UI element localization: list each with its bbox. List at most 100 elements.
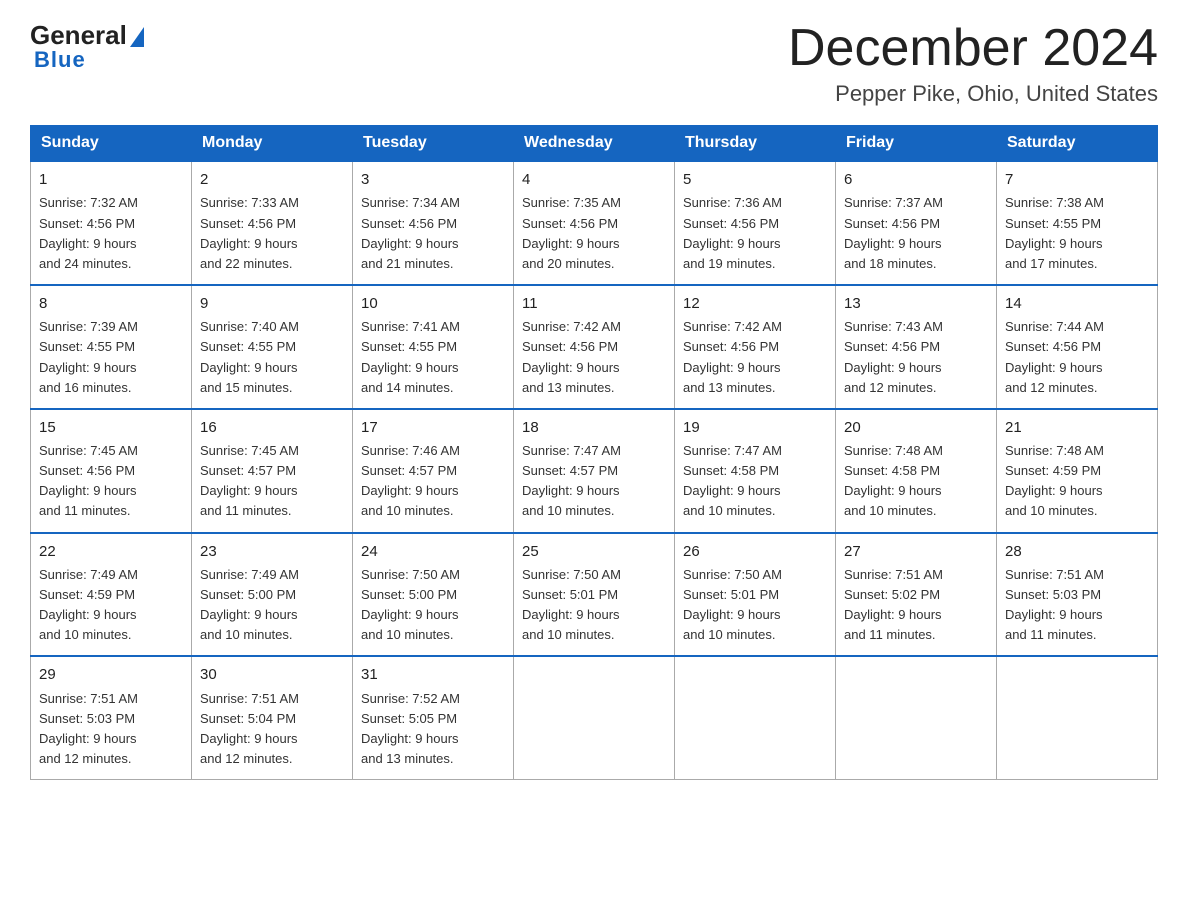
day-info: Sunrise: 7:38 AMSunset: 4:55 PMDaylight:… bbox=[1005, 195, 1104, 270]
calendar-cell: 22 Sunrise: 7:49 AMSunset: 4:59 PMDaylig… bbox=[31, 533, 192, 657]
day-number: 1 bbox=[39, 168, 183, 191]
calendar-cell: 5 Sunrise: 7:36 AMSunset: 4:56 PMDayligh… bbox=[675, 161, 836, 285]
calendar-table: SundayMondayTuesdayWednesdayThursdayFrid… bbox=[30, 125, 1158, 780]
day-number: 14 bbox=[1005, 292, 1149, 315]
calendar-cell: 23 Sunrise: 7:49 AMSunset: 5:00 PMDaylig… bbox=[192, 533, 353, 657]
calendar-week-row: 29 Sunrise: 7:51 AMSunset: 5:03 PMDaylig… bbox=[31, 656, 1158, 779]
calendar-cell: 12 Sunrise: 7:42 AMSunset: 4:56 PMDaylig… bbox=[675, 285, 836, 409]
month-title: December 2024 bbox=[788, 20, 1158, 77]
calendar-cell bbox=[836, 656, 997, 779]
col-header-monday: Monday bbox=[192, 126, 353, 162]
calendar-cell: 13 Sunrise: 7:43 AMSunset: 4:56 PMDaylig… bbox=[836, 285, 997, 409]
col-header-friday: Friday bbox=[836, 126, 997, 162]
day-number: 10 bbox=[361, 292, 505, 315]
day-info: Sunrise: 7:37 AMSunset: 4:56 PMDaylight:… bbox=[844, 195, 943, 270]
day-number: 19 bbox=[683, 416, 827, 439]
day-info: Sunrise: 7:50 AMSunset: 5:01 PMDaylight:… bbox=[683, 567, 782, 642]
calendar-week-row: 8 Sunrise: 7:39 AMSunset: 4:55 PMDayligh… bbox=[31, 285, 1158, 409]
day-info: Sunrise: 7:47 AMSunset: 4:57 PMDaylight:… bbox=[522, 443, 621, 518]
day-info: Sunrise: 7:49 AMSunset: 4:59 PMDaylight:… bbox=[39, 567, 138, 642]
day-number: 27 bbox=[844, 540, 988, 563]
calendar-cell: 11 Sunrise: 7:42 AMSunset: 4:56 PMDaylig… bbox=[514, 285, 675, 409]
day-number: 17 bbox=[361, 416, 505, 439]
day-number: 8 bbox=[39, 292, 183, 315]
logo-blue-text: Blue bbox=[34, 47, 86, 73]
calendar-cell: 28 Sunrise: 7:51 AMSunset: 5:03 PMDaylig… bbox=[997, 533, 1158, 657]
day-number: 2 bbox=[200, 168, 344, 191]
day-number: 25 bbox=[522, 540, 666, 563]
calendar-cell bbox=[997, 656, 1158, 779]
day-info: Sunrise: 7:48 AMSunset: 4:58 PMDaylight:… bbox=[844, 443, 943, 518]
day-number: 23 bbox=[200, 540, 344, 563]
calendar-cell: 20 Sunrise: 7:48 AMSunset: 4:58 PMDaylig… bbox=[836, 409, 997, 533]
col-header-wednesday: Wednesday bbox=[514, 126, 675, 162]
day-info: Sunrise: 7:51 AMSunset: 5:03 PMDaylight:… bbox=[39, 691, 138, 766]
calendar-cell: 3 Sunrise: 7:34 AMSunset: 4:56 PMDayligh… bbox=[353, 161, 514, 285]
calendar-cell: 2 Sunrise: 7:33 AMSunset: 4:56 PMDayligh… bbox=[192, 161, 353, 285]
day-number: 30 bbox=[200, 663, 344, 686]
day-info: Sunrise: 7:44 AMSunset: 4:56 PMDaylight:… bbox=[1005, 319, 1104, 394]
day-info: Sunrise: 7:51 AMSunset: 5:03 PMDaylight:… bbox=[1005, 567, 1104, 642]
day-number: 4 bbox=[522, 168, 666, 191]
day-info: Sunrise: 7:43 AMSunset: 4:56 PMDaylight:… bbox=[844, 319, 943, 394]
calendar-cell: 1 Sunrise: 7:32 AMSunset: 4:56 PMDayligh… bbox=[31, 161, 192, 285]
calendar-cell: 27 Sunrise: 7:51 AMSunset: 5:02 PMDaylig… bbox=[836, 533, 997, 657]
calendar-header-row: SundayMondayTuesdayWednesdayThursdayFrid… bbox=[31, 126, 1158, 162]
day-number: 29 bbox=[39, 663, 183, 686]
calendar-week-row: 15 Sunrise: 7:45 AMSunset: 4:56 PMDaylig… bbox=[31, 409, 1158, 533]
day-number: 20 bbox=[844, 416, 988, 439]
calendar-cell: 26 Sunrise: 7:50 AMSunset: 5:01 PMDaylig… bbox=[675, 533, 836, 657]
day-number: 11 bbox=[522, 292, 666, 315]
day-number: 26 bbox=[683, 540, 827, 563]
calendar-cell: 19 Sunrise: 7:47 AMSunset: 4:58 PMDaylig… bbox=[675, 409, 836, 533]
day-number: 5 bbox=[683, 168, 827, 191]
col-header-sunday: Sunday bbox=[31, 126, 192, 162]
day-info: Sunrise: 7:45 AMSunset: 4:56 PMDaylight:… bbox=[39, 443, 138, 518]
day-number: 15 bbox=[39, 416, 183, 439]
calendar-cell bbox=[514, 656, 675, 779]
calendar-cell: 31 Sunrise: 7:52 AMSunset: 5:05 PMDaylig… bbox=[353, 656, 514, 779]
day-info: Sunrise: 7:34 AMSunset: 4:56 PMDaylight:… bbox=[361, 195, 460, 270]
calendar-cell: 30 Sunrise: 7:51 AMSunset: 5:04 PMDaylig… bbox=[192, 656, 353, 779]
day-number: 12 bbox=[683, 292, 827, 315]
calendar-cell: 6 Sunrise: 7:37 AMSunset: 4:56 PMDayligh… bbox=[836, 161, 997, 285]
day-number: 6 bbox=[844, 168, 988, 191]
day-number: 21 bbox=[1005, 416, 1149, 439]
col-header-thursday: Thursday bbox=[675, 126, 836, 162]
calendar-cell: 16 Sunrise: 7:45 AMSunset: 4:57 PMDaylig… bbox=[192, 409, 353, 533]
day-info: Sunrise: 7:46 AMSunset: 4:57 PMDaylight:… bbox=[361, 443, 460, 518]
calendar-cell: 10 Sunrise: 7:41 AMSunset: 4:55 PMDaylig… bbox=[353, 285, 514, 409]
day-info: Sunrise: 7:50 AMSunset: 5:00 PMDaylight:… bbox=[361, 567, 460, 642]
calendar-cell: 21 Sunrise: 7:48 AMSunset: 4:59 PMDaylig… bbox=[997, 409, 1158, 533]
calendar-cell: 24 Sunrise: 7:50 AMSunset: 5:00 PMDaylig… bbox=[353, 533, 514, 657]
day-number: 31 bbox=[361, 663, 505, 686]
calendar-cell: 25 Sunrise: 7:50 AMSunset: 5:01 PMDaylig… bbox=[514, 533, 675, 657]
calendar-cell: 7 Sunrise: 7:38 AMSunset: 4:55 PMDayligh… bbox=[997, 161, 1158, 285]
calendar-cell: 18 Sunrise: 7:47 AMSunset: 4:57 PMDaylig… bbox=[514, 409, 675, 533]
calendar-week-row: 22 Sunrise: 7:49 AMSunset: 4:59 PMDaylig… bbox=[31, 533, 1158, 657]
day-info: Sunrise: 7:41 AMSunset: 4:55 PMDaylight:… bbox=[361, 319, 460, 394]
day-number: 3 bbox=[361, 168, 505, 191]
col-header-tuesday: Tuesday bbox=[353, 126, 514, 162]
calendar-cell: 9 Sunrise: 7:40 AMSunset: 4:55 PMDayligh… bbox=[192, 285, 353, 409]
day-info: Sunrise: 7:42 AMSunset: 4:56 PMDaylight:… bbox=[522, 319, 621, 394]
day-info: Sunrise: 7:42 AMSunset: 4:56 PMDaylight:… bbox=[683, 319, 782, 394]
calendar-cell: 4 Sunrise: 7:35 AMSunset: 4:56 PMDayligh… bbox=[514, 161, 675, 285]
day-info: Sunrise: 7:40 AMSunset: 4:55 PMDaylight:… bbox=[200, 319, 299, 394]
day-number: 28 bbox=[1005, 540, 1149, 563]
location-subtitle: Pepper Pike, Ohio, United States bbox=[788, 81, 1158, 107]
calendar-cell bbox=[675, 656, 836, 779]
day-number: 7 bbox=[1005, 168, 1149, 191]
day-info: Sunrise: 7:52 AMSunset: 5:05 PMDaylight:… bbox=[361, 691, 460, 766]
day-info: Sunrise: 7:51 AMSunset: 5:04 PMDaylight:… bbox=[200, 691, 299, 766]
day-info: Sunrise: 7:32 AMSunset: 4:56 PMDaylight:… bbox=[39, 195, 138, 270]
day-info: Sunrise: 7:48 AMSunset: 4:59 PMDaylight:… bbox=[1005, 443, 1104, 518]
calendar-cell: 29 Sunrise: 7:51 AMSunset: 5:03 PMDaylig… bbox=[31, 656, 192, 779]
day-info: Sunrise: 7:51 AMSunset: 5:02 PMDaylight:… bbox=[844, 567, 943, 642]
calendar-week-row: 1 Sunrise: 7:32 AMSunset: 4:56 PMDayligh… bbox=[31, 161, 1158, 285]
page-header: General Blue December 2024 Pepper Pike, … bbox=[30, 20, 1158, 107]
title-block: December 2024 Pepper Pike, Ohio, United … bbox=[788, 20, 1158, 107]
col-header-saturday: Saturday bbox=[997, 126, 1158, 162]
day-info: Sunrise: 7:47 AMSunset: 4:58 PMDaylight:… bbox=[683, 443, 782, 518]
day-info: Sunrise: 7:33 AMSunset: 4:56 PMDaylight:… bbox=[200, 195, 299, 270]
